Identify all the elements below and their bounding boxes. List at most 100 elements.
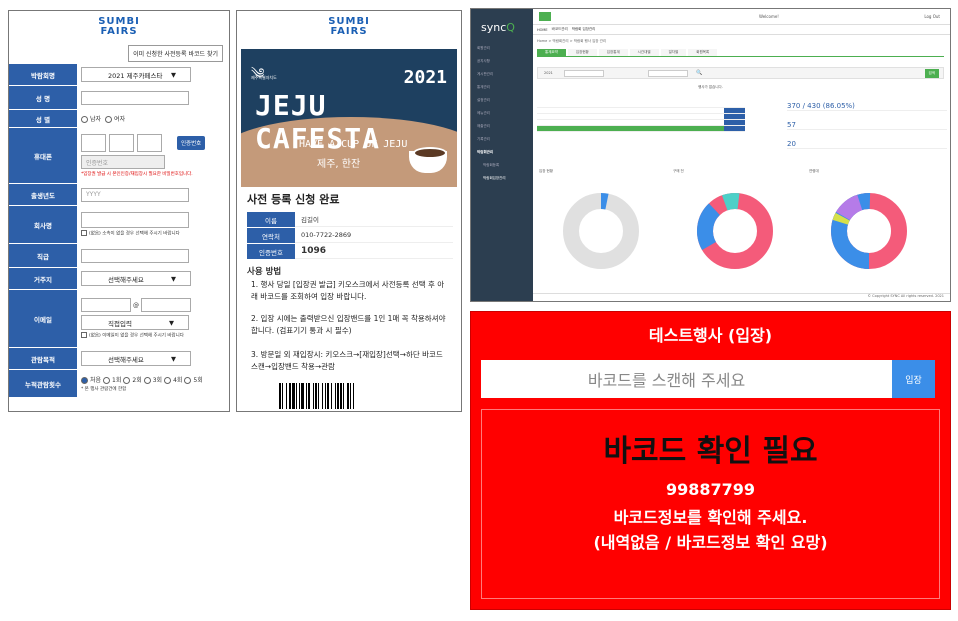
sidebar-subitem[interactable]: 박람회등록 xyxy=(471,159,533,172)
nav-item[interactable]: 바코드관리 xyxy=(552,27,568,32)
phone-input-3[interactable] xyxy=(137,134,162,152)
radio-icon xyxy=(81,116,88,123)
nav-item[interactable]: HOME xyxy=(537,28,548,32)
phone-input-1[interactable] xyxy=(81,134,106,152)
visits-option[interactable]: 처음 xyxy=(81,375,101,384)
table-cell xyxy=(579,126,600,131)
table-cell xyxy=(683,114,704,119)
enter-button[interactable]: 입장 xyxy=(892,360,935,398)
auth-code-input[interactable]: 인증번호 xyxy=(81,155,165,169)
purpose-select[interactable]: 선택해주세요 ▼ xyxy=(81,351,191,366)
sidebar-item[interactable]: 설정관리 xyxy=(471,94,533,107)
table-cell xyxy=(662,108,683,113)
search-icon[interactable]: 🔍 xyxy=(696,70,702,76)
donut-chart-2 xyxy=(697,193,773,269)
tab[interactable]: 회원목록 xyxy=(688,49,718,56)
radio-icon xyxy=(105,116,113,123)
sidebar-item[interactable]: 기록관리 xyxy=(471,133,533,146)
filter-year[interactable]: 2021 xyxy=(544,71,553,75)
position-input[interactable] xyxy=(81,248,189,263)
label-region: 거주지 xyxy=(9,268,77,289)
sidebar-item[interactable]: 매출관리 xyxy=(471,120,533,133)
auth-button[interactable]: 인증번호 xyxy=(177,136,206,150)
ticket-heading: 사전 등록 신청 완료 xyxy=(247,193,340,206)
sumbi-logo: SUMBI FAIRS xyxy=(237,17,461,37)
row-gender: 성 별 남자 여자 xyxy=(9,110,229,128)
event-select[interactable]: 2021 제주카페스타 ▼ xyxy=(81,67,191,82)
sidebar-item[interactable]: 공지사항 xyxy=(471,55,533,68)
table-cell xyxy=(703,108,724,113)
nav-item[interactable]: 박람회 입장관리 xyxy=(572,27,596,32)
banner-subtitle-en: HAVE A CUP OF JEJU xyxy=(299,139,408,150)
label-event: 박람회명 xyxy=(9,64,77,85)
table-cell xyxy=(599,120,620,125)
email-domain-input[interactable] xyxy=(141,298,191,313)
table-cell xyxy=(599,108,620,113)
table-cell xyxy=(724,114,745,119)
male-label: 남자 xyxy=(90,116,102,123)
sidebar-item[interactable]: 게시판관리 xyxy=(471,68,533,81)
company-note: (없음) 소속이 없을 경우 선택해 주시기 바랍니다 xyxy=(89,231,180,237)
table-cell xyxy=(641,114,662,119)
label-visits: 누적관람횟수 xyxy=(9,370,77,397)
sumbi-logo: SUMBI FAIRS xyxy=(9,17,229,37)
radio-icon xyxy=(81,377,88,384)
ticket-row: 연락처 010-7722-2869 xyxy=(247,228,453,244)
table-cell xyxy=(537,120,558,125)
tab[interactable]: 통계요약 xyxy=(537,49,566,56)
radio-icon xyxy=(103,377,111,384)
email-direct-value: 직접입력 xyxy=(108,319,132,328)
visits-option[interactable]: 2회 xyxy=(123,375,142,384)
auth-note: *입장권 발급 시 본인인증/재입장시 필요한 비밀번호입니다. xyxy=(81,172,193,177)
email-domain-select[interactable]: 직접입력 ▼ xyxy=(81,315,189,331)
visits-option[interactable]: 1회 xyxy=(103,375,121,384)
tab[interactable]: 입장현황 xyxy=(567,49,597,56)
sidebar-subitem[interactable]: 박람회입장관리 xyxy=(471,172,533,185)
stat-total: 370 / 430 (86.05%) xyxy=(787,102,947,111)
chevron-down-icon: ▼ xyxy=(171,354,176,363)
email-none-checkbox[interactable] xyxy=(81,332,87,339)
sidebar-item[interactable]: 회원관리 xyxy=(471,42,533,55)
tab[interactable]: 입장통계 xyxy=(598,49,628,56)
row-event: 박람회명 2021 제주카페스타 ▼ xyxy=(9,64,229,86)
find-barcode-button[interactable]: 이미 신청한 사전등록 바코드 찾기 xyxy=(128,45,223,62)
stats-summary: 370 / 430 (86.05%) 57 20 xyxy=(787,102,947,162)
menu-toggle-icon[interactable] xyxy=(539,12,551,21)
phone-input-2[interactable] xyxy=(109,134,134,152)
name-input[interactable] xyxy=(81,90,189,105)
filter-input[interactable] xyxy=(564,70,604,77)
region-select[interactable]: 선택해주세요 ▼ xyxy=(81,271,191,286)
company-none-checkbox[interactable] xyxy=(81,230,87,237)
ticket-info-table: 이름 김길이 연락처 010-7722-2869 인증번호 1096 xyxy=(247,212,453,260)
gender-female-radio[interactable]: 여자 xyxy=(105,114,125,123)
visits-option[interactable]: 3회 xyxy=(143,375,162,384)
birth-input[interactable]: YYYY xyxy=(81,187,189,202)
sidebar-item[interactable]: 메뉴관리 xyxy=(471,107,533,120)
tab[interactable]: 시간대별 xyxy=(629,49,659,56)
sidebar: syncQ 회원관리 공지사항 게시판관리 통계관리 설정관리 메뉴관리 매출관… xyxy=(471,9,533,301)
table-cell xyxy=(579,108,600,113)
company-input[interactable] xyxy=(81,212,189,229)
visits-options: 처음 1회 2회 3회 4회 5회 xyxy=(81,375,225,384)
row-email: 이메일 @ 직접입력 ▼ (없음) 이메일이 없을 경우 선택해 주시기 바랍니다 xyxy=(9,290,229,348)
email-id-input[interactable] xyxy=(81,298,131,313)
table-cell xyxy=(641,120,662,125)
banner-year: 2021 xyxy=(403,67,447,88)
barcode-input[interactable]: 바코드를 스캔해 주세요 xyxy=(481,360,892,398)
table-cell xyxy=(703,114,724,119)
logout-link[interactable]: Log Out xyxy=(924,14,940,19)
stat-3: 20 xyxy=(787,140,947,149)
table-cell xyxy=(641,102,662,107)
visits-option[interactable]: 4회 xyxy=(164,375,182,384)
table-cell xyxy=(599,126,620,131)
label-position: 직급 xyxy=(9,244,77,267)
stats-table xyxy=(537,102,745,158)
footer: © Copyright SYNC All rights reserved. 20… xyxy=(533,293,950,301)
admin-dashboard-panel: syncQ 회원관리 공지사항 게시판관리 통계관리 설정관리 메뉴관리 매출관… xyxy=(470,8,951,302)
sidebar-item-expo[interactable]: 박람회관리 xyxy=(471,146,533,159)
filter-input[interactable] xyxy=(648,70,688,77)
tab[interactable]: 일자별 xyxy=(660,49,687,56)
gender-male-radio[interactable]: 남자 xyxy=(81,114,101,123)
visits-option[interactable]: 5회 xyxy=(184,375,203,384)
filter-search-button[interactable]: 검색 xyxy=(924,69,939,78)
